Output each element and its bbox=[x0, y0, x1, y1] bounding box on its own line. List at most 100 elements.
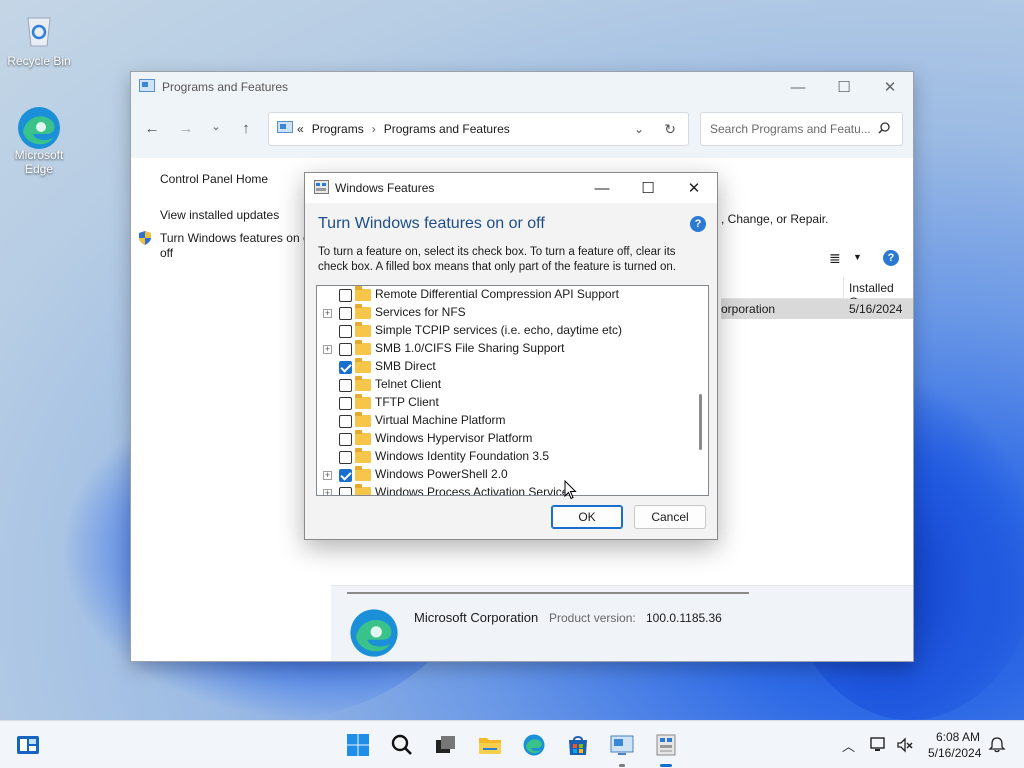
feature-row[interactable]: SMB Direct bbox=[317, 358, 687, 376]
search-icon[interactable] bbox=[390, 733, 414, 757]
feature-checkbox[interactable] bbox=[339, 307, 352, 320]
expand-plus-icon[interactable]: + bbox=[323, 345, 332, 354]
desktop-icon-edge[interactable]: Microsoft Edge bbox=[4, 104, 74, 176]
cancel-button[interactable]: Cancel bbox=[634, 505, 706, 529]
dialog-heading: Turn Windows features on or off bbox=[318, 215, 545, 232]
feature-row[interactable]: + Windows PowerShell 2.0 bbox=[317, 466, 687, 484]
expand-plus-icon[interactable]: + bbox=[323, 471, 332, 480]
feature-row[interactable]: + Services for NFS bbox=[317, 304, 687, 322]
folder-icon bbox=[355, 358, 371, 373]
feature-label: Windows Hypervisor Platform bbox=[375, 431, 533, 445]
feature-row[interactable]: Windows Identity Foundation 3.5 bbox=[317, 448, 687, 466]
expand-plus-icon[interactable]: + bbox=[323, 309, 332, 318]
close-button[interactable]: ✕ bbox=[867, 72, 913, 102]
dialog-minimize-button[interactable]: — bbox=[579, 173, 625, 203]
refresh-icon[interactable]: ↻ bbox=[664, 121, 676, 138]
recycle-bin-icon bbox=[19, 10, 59, 50]
folder-icon bbox=[355, 448, 371, 463]
feature-checkbox[interactable] bbox=[339, 379, 352, 392]
feature-label: Windows PowerShell 2.0 bbox=[375, 467, 508, 481]
feature-row[interactable]: Simple TCPIP services (i.e. echo, daytim… bbox=[317, 322, 687, 340]
window-title: Programs and Features bbox=[162, 80, 289, 94]
feature-row[interactable]: Windows Hypervisor Platform bbox=[317, 430, 687, 448]
network-icon[interactable] bbox=[870, 736, 888, 757]
address-bar[interactable]: « Programs › Programs and Features ⌄ ↻ bbox=[268, 112, 689, 146]
feature-row[interactable]: Virtual Machine Platform bbox=[317, 412, 687, 430]
windows-features-taskbar-icon[interactable] bbox=[654, 733, 678, 757]
feature-checkbox[interactable] bbox=[339, 361, 352, 374]
folder-icon bbox=[355, 412, 371, 427]
feature-checkbox[interactable] bbox=[339, 487, 352, 495]
maximize-button[interactable]: ☐ bbox=[821, 72, 867, 102]
start-icon[interactable] bbox=[346, 733, 370, 757]
view-installed-updates-link[interactable]: View installed updates bbox=[160, 208, 279, 222]
breadcrumb-programs-and-features[interactable]: Programs and Features bbox=[384, 122, 510, 136]
mouse-cursor-icon bbox=[564, 479, 577, 503]
control-panel-home-link[interactable]: Control Panel Home bbox=[160, 172, 268, 186]
details-version-value: 100.0.1185.36 bbox=[646, 611, 722, 625]
details-scrollbar[interactable] bbox=[347, 592, 749, 594]
control-panel-taskbar-icon[interactable] bbox=[610, 733, 634, 757]
breadcrumb-programs[interactable]: Programs bbox=[312, 122, 364, 136]
edge-icon[interactable] bbox=[522, 733, 546, 757]
window-titlebar[interactable]: Programs and Features — ☐ ✕ bbox=[131, 72, 913, 102]
feature-row[interactable]: Remote Differential Compression API Supp… bbox=[317, 286, 687, 304]
table-row[interactable]: orporation 5/16/2024 bbox=[721, 299, 913, 319]
dialog-maximize-button[interactable]: ☐ bbox=[625, 173, 671, 203]
store-icon[interactable] bbox=[566, 733, 590, 757]
shield-icon bbox=[137, 230, 153, 249]
row-publisher: orporation bbox=[721, 302, 776, 316]
widgets-icon[interactable] bbox=[16, 733, 40, 757]
expand-plus-icon[interactable]: + bbox=[323, 489, 332, 495]
feature-checkbox[interactable] bbox=[339, 289, 352, 302]
clock-date[interactable]: 5/16/2024 bbox=[928, 746, 981, 760]
dialog-close-button[interactable]: ✕ bbox=[671, 173, 717, 203]
features-tree[interactable]: Remote Differential Compression API Supp… bbox=[316, 285, 709, 496]
turn-windows-features-link[interactable]: Turn Windows features on o bbox=[160, 231, 310, 245]
windows-features-icon bbox=[314, 179, 329, 197]
folder-icon bbox=[355, 466, 371, 481]
view-options-icon[interactable]: ≣ bbox=[829, 250, 841, 267]
view-options-dropdown-icon[interactable]: ▼ bbox=[853, 252, 862, 262]
feature-checkbox[interactable] bbox=[339, 325, 352, 338]
desktop-icon-recycle-bin[interactable]: Recycle Bin bbox=[4, 10, 74, 68]
help-icon[interactable]: ? bbox=[690, 216, 706, 232]
feature-checkbox[interactable] bbox=[339, 343, 352, 356]
minimize-button[interactable]: — bbox=[775, 72, 821, 102]
features-scrollbar-thumb[interactable] bbox=[699, 394, 702, 450]
clock-time[interactable]: 6:08 AM bbox=[936, 730, 980, 744]
feature-checkbox[interactable] bbox=[339, 451, 352, 464]
edge-icon bbox=[347, 606, 401, 663]
recent-chevron-down-icon[interactable]: ⌄ bbox=[205, 120, 227, 140]
running-indicator bbox=[660, 764, 672, 767]
taskbar: ︿ 6:08 AM 5/16/2024 bbox=[0, 720, 1024, 768]
back-arrow-icon[interactable]: ← bbox=[141, 120, 163, 140]
dialog-titlebar[interactable]: Windows Features — ☐ ✕ bbox=[305, 173, 717, 203]
ok-button[interactable]: OK bbox=[551, 505, 623, 529]
search-input[interactable]: Search Programs and Featu... bbox=[700, 112, 903, 146]
feature-row[interactable]: Telnet Client bbox=[317, 376, 687, 394]
feature-row[interactable]: + SMB 1.0/CIFS File Sharing Support bbox=[317, 340, 687, 358]
row-installed-on: 5/16/2024 bbox=[849, 302, 903, 316]
address-dropdown-icon[interactable]: ⌄ bbox=[634, 122, 644, 136]
feature-row[interactable]: TFTP Client bbox=[317, 394, 687, 412]
breadcrumb-separator-icon: › bbox=[371, 122, 376, 136]
show-hidden-icons-chevron-up-icon[interactable]: ︿ bbox=[842, 736, 855, 755]
feature-checkbox[interactable] bbox=[339, 397, 352, 410]
notification-icon[interactable] bbox=[988, 736, 1006, 757]
navigation-bar: ← → ⌄ ↑ « Programs › Programs and Featur… bbox=[131, 102, 913, 158]
feature-row[interactable]: + Windows Process Activation Service bbox=[317, 484, 687, 495]
breadcrumb-overflow[interactable]: « bbox=[297, 122, 304, 136]
feature-checkbox[interactable] bbox=[339, 415, 352, 428]
feature-checkbox[interactable] bbox=[339, 433, 352, 446]
feature-checkbox[interactable] bbox=[339, 469, 352, 482]
turn-windows-features-link-cont[interactable]: off bbox=[160, 246, 173, 260]
details-publisher: Microsoft Corporation bbox=[414, 610, 539, 625]
file-explorer-icon[interactable] bbox=[478, 733, 502, 757]
forward-arrow-icon[interactable]: → bbox=[175, 120, 197, 140]
up-arrow-icon[interactable]: ↑ bbox=[235, 120, 257, 140]
volume-muted-icon[interactable] bbox=[896, 736, 914, 757]
help-icon[interactable]: ? bbox=[883, 250, 899, 266]
task-view-icon[interactable] bbox=[434, 733, 458, 757]
details-pane: Microsoft Corporation Product version: 1… bbox=[331, 585, 913, 661]
